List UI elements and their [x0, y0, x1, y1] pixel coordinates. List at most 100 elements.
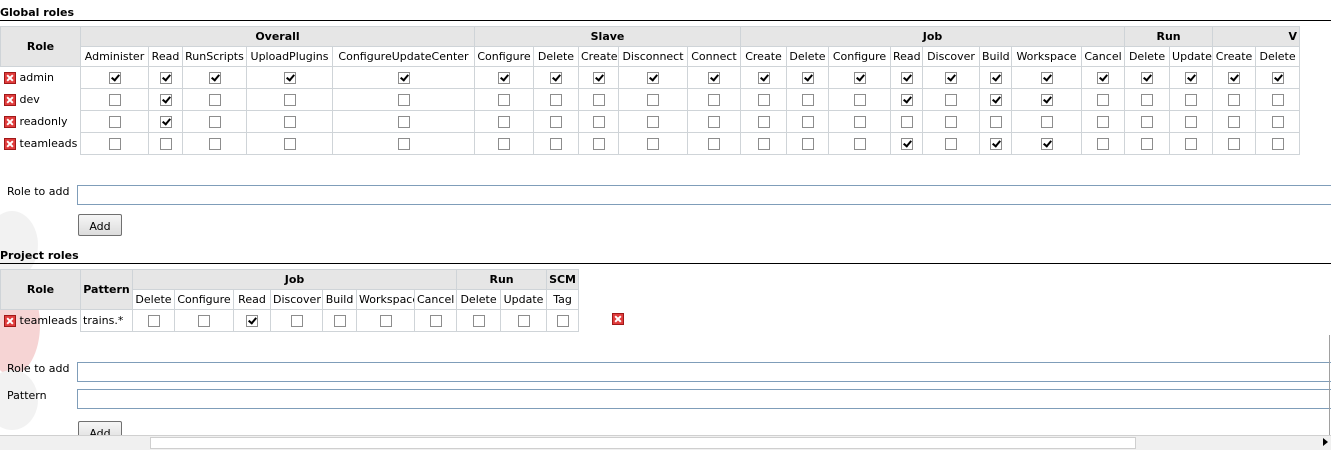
permission-checkbox[interactable]: [333, 315, 346, 327]
permission-checkbox[interactable]: [550, 138, 562, 150]
permission-checkbox[interactable]: [945, 72, 957, 84]
permission-checkbox[interactable]: [989, 138, 1002, 150]
permission-checkbox[interactable]: [498, 138, 510, 150]
permission-checkbox[interactable]: [1141, 138, 1154, 150]
permission-checkbox[interactable]: [708, 72, 720, 84]
permission-checkbox[interactable]: [801, 94, 814, 106]
permission-checkbox[interactable]: [108, 94, 121, 106]
permission-checkbox[interactable]: [429, 315, 442, 327]
permission-checkbox[interactable]: [283, 138, 296, 150]
permission-checkbox[interactable]: [945, 138, 957, 150]
permission-checkbox[interactable]: [647, 138, 659, 150]
permission-checkbox[interactable]: [198, 315, 210, 327]
permission-checkbox[interactable]: [592, 116, 605, 128]
permission-checkbox[interactable]: [1228, 72, 1241, 84]
permission-checkbox[interactable]: [246, 315, 258, 327]
permission-checkbox[interactable]: [801, 72, 814, 84]
permission-checkbox[interactable]: [1141, 116, 1154, 128]
permission-checkbox[interactable]: [108, 116, 121, 128]
permission-checkbox[interactable]: [945, 116, 957, 128]
permission-checkbox[interactable]: [556, 315, 569, 327]
permission-checkbox[interactable]: [1141, 94, 1154, 106]
permission-checkbox[interactable]: [1271, 116, 1284, 128]
permission-checkbox[interactable]: [498, 94, 510, 106]
permission-checkbox[interactable]: [208, 116, 221, 128]
permission-checkbox[interactable]: [1271, 94, 1284, 106]
permission-checkbox[interactable]: [757, 116, 770, 128]
permission-checkbox[interactable]: [147, 315, 160, 327]
add-global-role-button[interactable]: Add: [78, 214, 122, 236]
permission-checkbox[interactable]: [1271, 138, 1284, 150]
permission-checkbox[interactable]: [283, 94, 296, 106]
delete-role-icon[interactable]: [3, 116, 16, 128]
permission-checkbox[interactable]: [853, 116, 866, 128]
permission-checkbox[interactable]: [397, 116, 410, 128]
permission-checkbox[interactable]: [290, 315, 303, 327]
permission-checkbox[interactable]: [801, 138, 814, 150]
permission-checkbox[interactable]: [208, 94, 221, 106]
permission-checkbox[interactable]: [550, 116, 562, 128]
permission-checkbox[interactable]: [159, 94, 172, 106]
permission-checkbox[interactable]: [283, 116, 296, 128]
permission-checkbox[interactable]: [757, 138, 770, 150]
permission-checkbox[interactable]: [647, 94, 659, 106]
permission-checkbox[interactable]: [1185, 116, 1198, 128]
permission-checkbox[interactable]: [989, 72, 1002, 84]
permission-checkbox[interactable]: [550, 72, 562, 84]
permission-checkbox[interactable]: [283, 72, 296, 84]
delete-pattern-icon[interactable]: [612, 313, 624, 325]
permission-checkbox[interactable]: [708, 116, 720, 128]
permission-checkbox[interactable]: [108, 138, 121, 150]
permission-checkbox[interactable]: [498, 72, 510, 84]
permission-checkbox[interactable]: [592, 138, 605, 150]
delete-role-icon[interactable]: [3, 94, 16, 106]
permission-checkbox[interactable]: [945, 94, 957, 106]
permission-checkbox[interactable]: [1097, 72, 1110, 84]
permission-checkbox[interactable]: [757, 72, 770, 84]
permission-checkbox[interactable]: [900, 94, 913, 106]
permission-checkbox[interactable]: [1040, 94, 1053, 106]
delete-role-icon[interactable]: [3, 138, 16, 150]
permission-checkbox[interactable]: [647, 72, 659, 84]
permission-checkbox[interactable]: [159, 72, 172, 84]
permission-checkbox[interactable]: [159, 116, 172, 128]
horizontal-scrollbar[interactable]: [0, 435, 1331, 450]
permission-checkbox[interactable]: [853, 72, 866, 84]
permission-checkbox[interactable]: [900, 72, 913, 84]
permission-checkbox[interactable]: [592, 72, 605, 84]
delete-role-icon[interactable]: [3, 315, 16, 328]
permission-checkbox[interactable]: [208, 138, 221, 150]
permission-checkbox[interactable]: [1185, 138, 1198, 150]
permission-checkbox[interactable]: [1040, 138, 1053, 150]
scroll-right-arrow-icon[interactable]: [1323, 438, 1328, 446]
permission-checkbox[interactable]: [1141, 72, 1154, 84]
permission-checkbox[interactable]: [1097, 116, 1110, 128]
permission-checkbox[interactable]: [1228, 94, 1241, 106]
permission-checkbox[interactable]: [1097, 94, 1110, 106]
permission-checkbox[interactable]: [708, 138, 720, 150]
permission-checkbox[interactable]: [853, 138, 866, 150]
permission-checkbox[interactable]: [592, 94, 605, 106]
permission-checkbox[interactable]: [472, 315, 485, 327]
permission-checkbox[interactable]: [159, 138, 172, 150]
permission-checkbox[interactable]: [1228, 138, 1241, 150]
permission-checkbox[interactable]: [801, 116, 814, 128]
permission-checkbox[interactable]: [379, 315, 392, 327]
permission-checkbox[interactable]: [989, 94, 1002, 106]
permission-checkbox[interactable]: [397, 138, 410, 150]
permission-checkbox[interactable]: [1271, 72, 1284, 84]
delete-role-icon[interactable]: [3, 72, 16, 85]
permission-checkbox[interactable]: [1185, 94, 1198, 106]
permission-checkbox[interactable]: [397, 72, 410, 84]
permission-checkbox[interactable]: [498, 116, 510, 128]
permission-checkbox[interactable]: [1040, 72, 1053, 84]
permission-checkbox[interactable]: [853, 94, 866, 106]
permission-checkbox[interactable]: [647, 116, 659, 128]
permission-checkbox[interactable]: [757, 94, 770, 106]
permission-checkbox[interactable]: [550, 94, 562, 106]
permission-checkbox[interactable]: [900, 138, 913, 150]
permission-checkbox[interactable]: [108, 72, 121, 84]
permission-checkbox[interactable]: [1040, 116, 1053, 128]
project-role-to-add-input[interactable]: [77, 362, 1331, 382]
permission-checkbox[interactable]: [397, 94, 410, 106]
